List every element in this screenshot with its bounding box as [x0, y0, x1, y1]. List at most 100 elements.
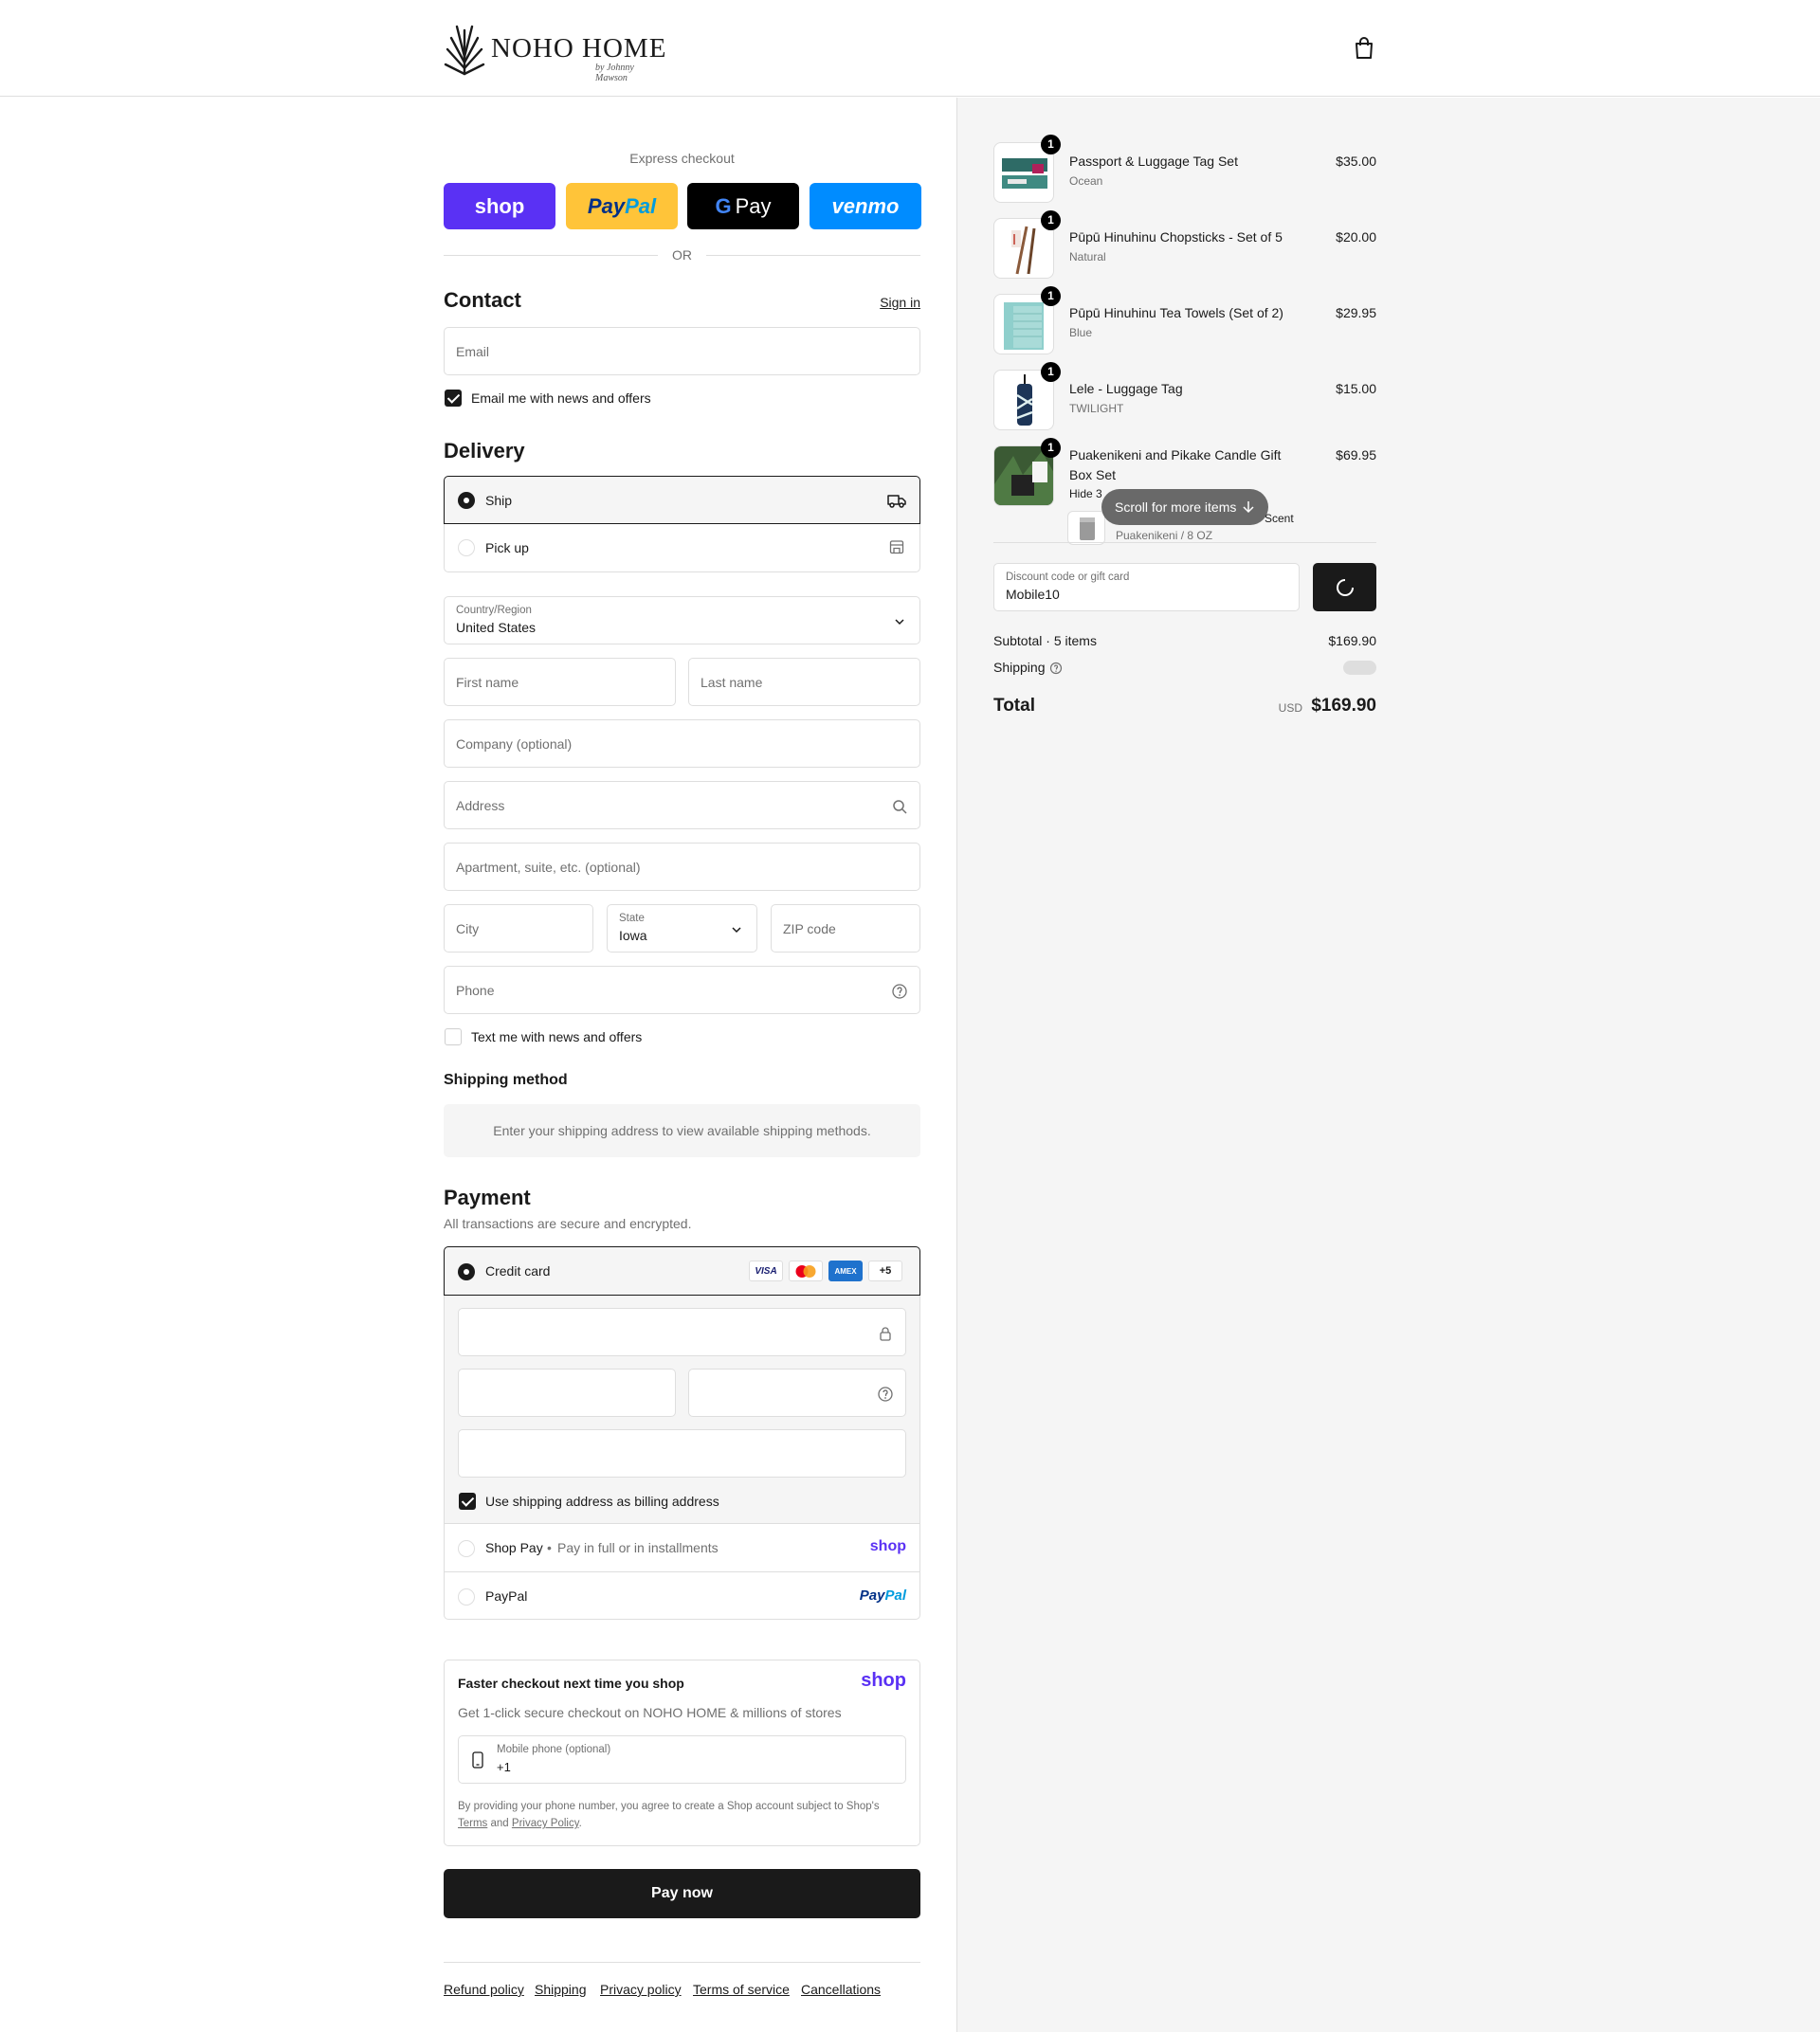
- shop-pay-radio[interactable]: [458, 1540, 475, 1557]
- payment-subtitle: All transactions are secure and encrypte…: [444, 1216, 692, 1231]
- security-code-field[interactable]: [688, 1369, 906, 1417]
- product-variant: Ocean: [1069, 174, 1103, 188]
- shop-pay-label: Shop Pay: [485, 1540, 543, 1555]
- shop-legal-and: and: [490, 1818, 509, 1829]
- candle-tin-image: [1080, 517, 1095, 540]
- pickup-radio[interactable]: [458, 539, 475, 556]
- brand-name: NOHO HOME: [491, 32, 667, 64]
- google-pay-express-button[interactable]: G Pay: [687, 183, 799, 229]
- scroll-for-more-button[interactable]: Scroll for more items: [1101, 489, 1268, 525]
- payment-heading: Payment: [444, 1186, 531, 1209]
- country-select[interactable]: Country/Region United States: [444, 596, 920, 644]
- first-name-placeholder: First name: [456, 675, 519, 690]
- ship-radio[interactable]: [458, 492, 475, 509]
- amex-icon: AMEX: [828, 1261, 863, 1281]
- line-item: 1 Lele - Luggage Tag TWILIGHT $15.00: [993, 362, 1376, 432]
- shop-pay-wordmark: shop: [474, 193, 525, 218]
- help-circle-icon[interactable]: [891, 983, 908, 1000]
- mobile-phone-value: +1: [497, 1760, 511, 1774]
- scroll-for-more-label: Scroll for more items: [1115, 499, 1237, 515]
- shop-terms-link[interactable]: Terms: [458, 1818, 487, 1829]
- help-circle-icon[interactable]: [1049, 662, 1063, 675]
- shop-legal-text: By providing your phone number, you agre…: [458, 1798, 906, 1832]
- state-select[interactable]: State Iowa: [607, 904, 757, 952]
- refund-policy-link[interactable]: Refund policy: [444, 1982, 524, 1997]
- shop-pay-option[interactable]: Shop Pay • Pay in full or in installment…: [445, 1524, 919, 1572]
- discount-code-field[interactable]: Discount code or gift card Mobile10: [993, 563, 1300, 611]
- text-news-checkbox[interactable]: [445, 1028, 462, 1045]
- site-header: NOHO HOME by Johnny Mawson: [0, 0, 1820, 97]
- shipping-method-heading: Shipping method: [444, 1072, 568, 1088]
- ship-option[interactable]: Ship: [444, 476, 920, 524]
- more-cards-count: +5: [879, 1265, 892, 1277]
- company-field[interactable]: Company (optional): [444, 719, 920, 768]
- credit-card-option[interactable]: Credit card VISA AMEX +5: [444, 1246, 920, 1296]
- billing-address-checkbox[interactable]: [459, 1493, 476, 1510]
- shop-pay-express-button[interactable]: shop: [444, 183, 555, 229]
- address-field[interactable]: Address: [444, 781, 920, 829]
- brand-logo[interactable]: NOHO HOME by Johnny Mawson: [444, 21, 667, 83]
- paypal-radio[interactable]: [458, 1588, 475, 1606]
- first-name-field[interactable]: First name: [444, 658, 676, 706]
- visa-icon: VISA: [749, 1261, 783, 1281]
- text-news-label: Text me with news and offers: [471, 1029, 643, 1044]
- quantity-badge: 1: [1041, 135, 1061, 154]
- or-divider: OR: [444, 245, 920, 264]
- paypal-logo: PayPal: [860, 1588, 906, 1604]
- city-field[interactable]: City: [444, 904, 593, 952]
- product-name: Passport & Luggage Tag Set: [1069, 154, 1238, 169]
- phone-field[interactable]: Phone: [444, 966, 920, 1014]
- google-g-icon: G: [715, 193, 732, 218]
- apply-discount-button[interactable]: [1313, 563, 1376, 611]
- cancellations-link[interactable]: Cancellations: [801, 1982, 881, 1997]
- email-field[interactable]: Email: [444, 327, 920, 375]
- terms-of-service-link[interactable]: Terms of service: [693, 1982, 790, 1997]
- email-news-label: Email me with news and offers: [471, 390, 651, 406]
- total-label: Total: [993, 696, 1035, 716]
- apartment-placeholder: Apartment, suite, etc. (optional): [456, 860, 641, 875]
- quantity-badge: 1: [1041, 362, 1061, 382]
- mastercard-circles: [795, 1264, 816, 1278]
- line-item: 1 Pūpū Hinuhinu Chopsticks - Set of 5 Na…: [993, 210, 1376, 281]
- shipping-value-placeholder: [1343, 661, 1376, 675]
- hide-sub-items-toggle[interactable]: Hide 3: [1069, 487, 1102, 500]
- email-news-checkbox[interactable]: [445, 390, 462, 407]
- shop-legal-sentence: By providing your phone number, you agre…: [458, 1801, 880, 1812]
- line-item: 1 Pūpū Hinuhinu Tea Towels (Set of 2) Bl…: [993, 286, 1376, 356]
- venmo-wordmark: venmo: [831, 193, 900, 218]
- shop-pay-logo: shop: [869, 1538, 906, 1554]
- shopping-bag-icon[interactable]: [1354, 37, 1374, 60]
- name-on-card-field[interactable]: [458, 1429, 906, 1478]
- privacy-policy-link[interactable]: Privacy policy: [600, 1982, 682, 1997]
- expiration-date-field[interactable]: [458, 1369, 676, 1417]
- zip-field[interactable]: ZIP code: [771, 904, 920, 952]
- line-item: 1 Passport & Luggage Tag Set Ocean $35.0…: [993, 135, 1376, 205]
- chevron-down-icon: [732, 927, 741, 934]
- pickup-option[interactable]: Pick up: [444, 524, 920, 572]
- help-circle-icon[interactable]: [877, 1386, 894, 1403]
- paypal-wordmark-pal: Pal: [625, 193, 657, 218]
- pay-now-button[interactable]: Pay now: [444, 1869, 920, 1918]
- shipping-policy-link[interactable]: Shipping: [535, 1982, 587, 1997]
- arrow-down-icon: [1243, 501, 1254, 514]
- shop-signup-title: Faster checkout next time you shop: [458, 1676, 684, 1691]
- shop-privacy-link[interactable]: Privacy Policy: [512, 1818, 579, 1829]
- apartment-field[interactable]: Apartment, suite, etc. (optional): [444, 843, 920, 891]
- paypal-express-button[interactable]: Pay Pal: [566, 183, 678, 229]
- venmo-express-button[interactable]: venmo: [810, 183, 921, 229]
- subtotal-value: $169.90: [1328, 633, 1376, 648]
- sub-item-thumbnail: [1067, 511, 1105, 545]
- mobile-phone-field[interactable]: Mobile phone (optional) +1: [458, 1735, 906, 1784]
- zip-placeholder: ZIP code: [783, 921, 836, 936]
- card-number-field[interactable]: [458, 1308, 906, 1356]
- sign-in-link[interactable]: Sign in: [880, 295, 920, 310]
- sub-item-variant: Puakenikeni / 8 OZ: [1116, 529, 1213, 542]
- credit-card-radio[interactable]: [458, 1263, 475, 1280]
- last-name-field[interactable]: Last name: [688, 658, 920, 706]
- product-name: Puakenikeni and Pikake Candle Gift Box S…: [1069, 447, 1282, 482]
- paypal-option[interactable]: PayPal PayPal: [445, 1572, 919, 1621]
- phone-placeholder: Phone: [456, 983, 495, 998]
- product-name: Pūpū Hinuhinu Tea Towels (Set of 2): [1069, 305, 1283, 320]
- delivery-heading: Delivery: [444, 439, 525, 463]
- google-pay-wordmark: Pay: [735, 193, 772, 218]
